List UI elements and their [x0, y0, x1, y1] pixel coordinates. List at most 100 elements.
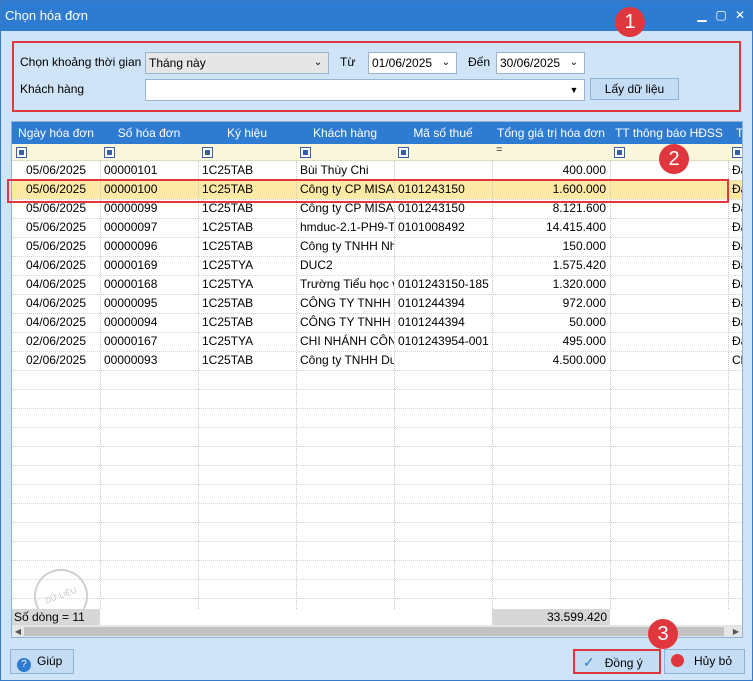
- table-row[interactable]: 05/06/2025 00000101 1C25TAB Bùi Thùy Chi 400…: [12, 161, 742, 180]
- row-count: Số dòng = 11: [14, 610, 85, 624]
- period-dropdown[interactable]: Tháng này ⌄: [145, 52, 329, 74]
- filter-icon[interactable]: [300, 147, 311, 158]
- cancel-button[interactable]: Hủy bỏ: [664, 649, 745, 674]
- filter-icon[interactable]: [732, 147, 742, 158]
- table-row[interactable]: 05/06/2025 00000097 1C25TAB hmduc-2.1-PH9-T…: [12, 218, 742, 237]
- table-row[interactable]: 04/06/2025 00000094 1C25TAB CÔNG TY TNHH 010…: [12, 313, 742, 332]
- row-divider: [12, 370, 742, 371]
- table-row[interactable]: 05/06/2025 00000100 1C25TAB Công ty CP MISA…: [12, 180, 742, 199]
- filter-icon[interactable]: [16, 147, 27, 158]
- cell-total: 1.320.000: [552, 277, 606, 291]
- from-label: Từ: [340, 55, 356, 69]
- dropdown-arrow-icon: ▼: [569, 85, 579, 95]
- chevron-down-icon: ⌄: [569, 57, 579, 68]
- cell-status: Đã: [732, 258, 742, 272]
- help-button[interactable]: ? Giúp: [10, 649, 74, 674]
- cancel-icon: [671, 654, 684, 667]
- table-row[interactable]: 04/06/2025 00000095 1C25TAB CÔNG TY TNHH 010…: [12, 294, 742, 313]
- cell-status: Đã: [732, 220, 742, 234]
- to-date-picker[interactable]: 30/06/2025 ⌄: [496, 52, 585, 74]
- cell-total: 4.500.000: [552, 353, 606, 367]
- cell-date: 02/06/2025: [25, 353, 86, 367]
- row-divider: [12, 332, 742, 333]
- invoice-table: Ngày hóa đơn Số hóa đơn Ký hiệu Khách hà…: [11, 121, 743, 638]
- column-header-symbol[interactable]: Ký hiệu: [198, 126, 296, 140]
- cell-total: 1.600.000: [552, 182, 606, 196]
- scroll-right-icon[interactable]: ▶: [730, 625, 742, 637]
- table-footer: Số dòng = 11 33.599.420: [12, 609, 742, 625]
- column-header-notice-status[interactable]: TT thông báo HĐSS: [610, 126, 728, 140]
- maximize-icon[interactable]: ▢: [712, 6, 730, 24]
- cell-tax-code: 0101243150: [398, 201, 465, 215]
- close-icon[interactable]: ✕: [731, 6, 749, 24]
- cell-customer: CHI NHÁNH CÔN: [300, 334, 394, 348]
- minimize-icon[interactable]: ▁: [693, 6, 711, 24]
- table-row[interactable]: 02/06/2025 00000167 1C25TYA CHI NHÁNH CÔN 01…: [12, 332, 742, 351]
- cell-symbol: 1C25TAB: [202, 163, 254, 177]
- cell-date: 05/06/2025: [25, 220, 86, 234]
- column-header-total[interactable]: Tổng giá trị hóa đơn: [492, 126, 610, 140]
- cell-tax-code: 0101008492: [398, 220, 465, 234]
- table-row[interactable]: 04/06/2025 00000169 1C25TYA DUC2 1.575.420 Đã: [12, 256, 742, 275]
- cell-customer: Công ty TNHH Dư: [300, 353, 394, 367]
- fetch-data-button[interactable]: Lấy dữ liệu: [590, 78, 679, 100]
- cell-tax-code: 0101243954-001: [398, 334, 489, 348]
- table-row[interactable]: 04/06/2025 00000168 1C25TYA Trường Tiểu học…: [12, 275, 742, 294]
- cell-status: Đã: [732, 296, 742, 310]
- cell-symbol: 1C25TYA: [202, 334, 254, 348]
- customer-dropdown[interactable]: ▼: [145, 79, 585, 101]
- horizontal-scrollbar[interactable]: ◀ ▶: [12, 625, 742, 637]
- cell-customer: Trường Tiểu học v: [300, 277, 394, 291]
- column-header-tax-code[interactable]: Mã số thuế: [394, 126, 492, 140]
- column-header-date[interactable]: Ngày hóa đơn: [12, 126, 100, 140]
- help-label: Giúp: [37, 654, 63, 668]
- cell-customer: CÔNG TY TNHH: [300, 296, 391, 310]
- cell-invoice-number: 00000097: [104, 220, 158, 234]
- step-badge-2: 2: [659, 144, 689, 174]
- from-date-picker[interactable]: 01/06/2025 ⌄: [368, 52, 457, 74]
- cell-invoice-number: 00000094: [104, 315, 158, 329]
- cell-invoice-number: 00000101: [104, 163, 158, 177]
- equals-filter-icon[interactable]: =: [496, 144, 502, 156]
- window-title: Chọn hóa đơn: [5, 8, 88, 23]
- table-row[interactable]: 05/06/2025 00000096 1C25TAB Công ty TNHH Nh…: [12, 237, 742, 256]
- filter-icon[interactable]: [202, 147, 213, 158]
- cell-invoice-number: 00000096: [104, 239, 158, 253]
- column-header-status[interactable]: T: [728, 126, 742, 140]
- cell-tax-code: 0101244394: [398, 296, 465, 310]
- filter-icon[interactable]: [104, 147, 115, 158]
- row-divider: [12, 237, 742, 238]
- choose-invoice-dialog: Chọn hóa đơn ▁ ▢ ✕ Chọn khoảng thời gian…: [0, 0, 753, 681]
- cell-total: 150.000: [562, 239, 606, 253]
- row-divider: [12, 598, 742, 599]
- filter-icon[interactable]: [398, 147, 409, 158]
- cell-total: 495.000: [562, 334, 606, 348]
- cell-status: Đã: [732, 315, 742, 329]
- column-header-invoice-number[interactable]: Số hóa đơn: [100, 126, 198, 140]
- cell-status: Đã: [732, 182, 742, 196]
- total-value: 33.599.420: [546, 610, 607, 624]
- cell-customer: Công ty TNHH Nh: [300, 239, 394, 253]
- cell-symbol: 1C25TYA: [202, 258, 254, 272]
- cell-total: 14.415.400: [545, 220, 606, 234]
- ok-button[interactable]: ✓ Đồng ý: [573, 649, 661, 674]
- ok-label: Đồng ý: [604, 656, 643, 670]
- scrollbar-thumb[interactable]: [24, 627, 724, 636]
- period-label: Chọn khoảng thời gian: [20, 55, 142, 69]
- row-divider: [12, 389, 742, 390]
- cell-status: Ch: [732, 353, 742, 367]
- row-divider: [12, 256, 742, 257]
- table-row[interactable]: 02/06/2025 00000093 1C25TAB Công ty TNHH Dư…: [12, 351, 742, 370]
- table-row[interactable]: 05/06/2025 00000099 1C25TAB Công ty CP MISA…: [12, 199, 742, 218]
- row-divider: [12, 218, 742, 219]
- cell-customer: DUC2: [300, 258, 333, 272]
- filter-icon[interactable]: [614, 147, 625, 158]
- total-box: 33.599.420: [492, 609, 610, 625]
- row-divider: [12, 484, 742, 485]
- cell-total: 1.575.420: [552, 258, 606, 272]
- column-header-customer[interactable]: Khách hàng: [296, 126, 394, 140]
- cell-date: 05/06/2025: [25, 239, 86, 253]
- scroll-left-icon[interactable]: ◀: [12, 625, 24, 637]
- to-label: Đến: [468, 55, 491, 69]
- cell-customer: CÔNG TY TNHH: [300, 315, 391, 329]
